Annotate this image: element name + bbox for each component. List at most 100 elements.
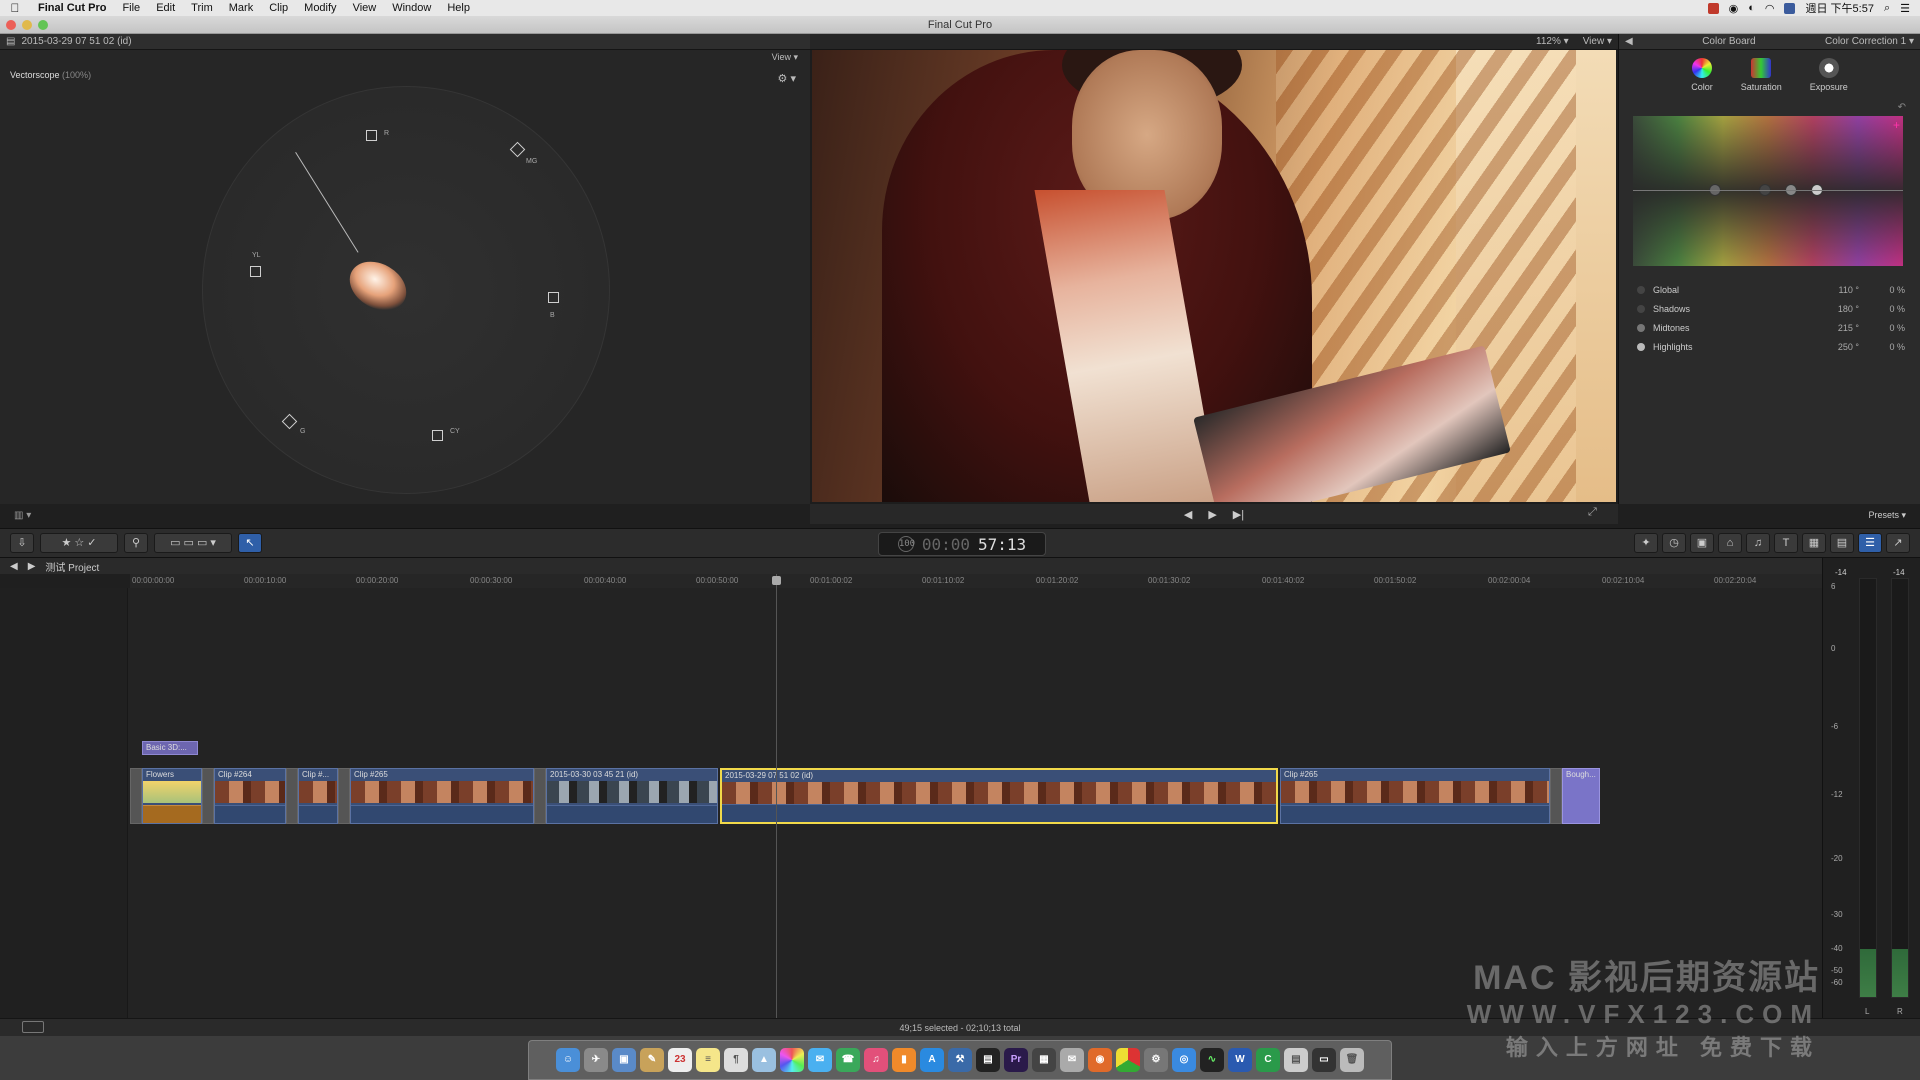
import-icon[interactable]: ⇩ <box>10 533 34 553</box>
share-icon[interactable]: ↗ <box>1886 533 1910 553</box>
timeline-index-icon[interactable] <box>22 1021 44 1033</box>
viewer-frame[interactable] <box>812 50 1616 502</box>
browser-icon[interactable]: ▣ <box>1690 533 1714 553</box>
row-global-pct[interactable]: 0 % <box>1859 285 1905 295</box>
finder-icon[interactable]: ☺ <box>556 1048 580 1072</box>
history-forward-icon[interactable]: ▶ <box>28 561 36 572</box>
terminal-icon[interactable]: ▭ <box>1312 1048 1336 1072</box>
menu-view[interactable]: View <box>345 2 385 14</box>
row-shadows-pct[interactable]: 0 % <box>1859 304 1905 314</box>
title-clip[interactable]: Basic 3D:... <box>142 741 198 755</box>
downloads-icon[interactable]: ▤ <box>1284 1048 1308 1072</box>
clip-short[interactable]: Clip #... <box>298 768 338 824</box>
menu-app[interactable]: Final Cut Pro <box>30 2 114 14</box>
recording-icon[interactable] <box>1707 2 1719 14</box>
motion-icon[interactable]: ▦ <box>1032 1048 1056 1072</box>
menubar-clock[interactable]: 週日 下午5:57 <box>1805 0 1873 16</box>
generators-icon[interactable]: ▦ <box>1802 533 1826 553</box>
row-highlights[interactable]: Highlights 250 ° 0 % <box>1637 337 1905 356</box>
mail-icon[interactable]: ✉ <box>1060 1048 1084 1072</box>
timeline-ruler[interactable]: 00:00:00:00 00:00:10:00 00:00:20:00 00:0… <box>130 574 1822 588</box>
photos-flower-icon[interactable] <box>780 1048 804 1072</box>
gap-clip[interactable] <box>338 768 350 824</box>
row-shadows[interactable]: Shadows 180 ° 0 % <box>1637 299 1905 318</box>
add-icon[interactable]: + <box>1893 118 1900 132</box>
row-shadows-deg[interactable]: 180 ° <box>1799 304 1859 314</box>
history-back-icon[interactable]: ◀ <box>10 561 18 572</box>
search-icon[interactable]: ⚲ <box>124 533 148 553</box>
close-icon[interactable] <box>6 20 16 30</box>
row-midtones-deg[interactable]: 215 ° <box>1799 323 1859 333</box>
final-cut-pro-icon[interactable]: ▤ <box>976 1048 1000 1072</box>
tab-exposure[interactable]: Exposure <box>1810 58 1848 92</box>
global-puck[interactable] <box>1709 184 1721 196</box>
menu-window[interactable]: Window <box>384 2 439 14</box>
music-icon[interactable]: ♫ <box>1746 533 1770 553</box>
chrome-icon[interactable] <box>1116 1048 1140 1072</box>
row-midtones[interactable]: Midtones 215 ° 0 % <box>1637 318 1905 337</box>
activity-monitor-icon[interactable]: ∿ <box>1200 1048 1224 1072</box>
tab-color[interactable]: Color <box>1691 58 1713 92</box>
play-icon[interactable]: ▶ <box>1208 508 1216 521</box>
gap-clip[interactable] <box>1550 768 1562 824</box>
system-preferences-icon[interactable]: ⚙ <box>1144 1048 1168 1072</box>
edit-mode-buttons[interactable]: ▭ ▭ ▭ ▾ <box>154 533 232 553</box>
fullscreen-icon[interactable]: ⤢ <box>1588 506 1597 519</box>
shadows-puck[interactable] <box>1759 184 1771 196</box>
gap-clip[interactable] <box>286 768 298 824</box>
clip-265[interactable]: Clip #265 <box>350 768 534 824</box>
viewer-view-menu[interactable]: View ▾ <box>1583 36 1612 47</box>
clip-2015-03-29-selected[interactable]: 2015-03-29 07 51 02 (id) <box>720 768 1278 824</box>
menu-trim[interactable]: Trim <box>183 2 221 14</box>
photos-app-icon[interactable]: ▲ <box>752 1048 776 1072</box>
zoom-icon[interactable] <box>38 20 48 30</box>
facetime-icon[interactable]: ☎ <box>836 1048 860 1072</box>
keyword-buttons[interactable]: ★ ☆ ✓ <box>40 533 118 553</box>
clip-bough[interactable]: Bough... <box>1562 768 1600 824</box>
clip-2015-03-30[interactable]: 2015-03-30 03 45 21 (id) <box>546 768 718 824</box>
firefox-icon[interactable]: ◉ <box>1088 1048 1112 1072</box>
tab-saturation[interactable]: Saturation <box>1741 58 1782 92</box>
menu-help[interactable]: Help <box>439 2 478 14</box>
scope-layout-menu[interactable]: ▥ ▾ <box>14 510 44 524</box>
app-store-icon[interactable]: A <box>920 1048 944 1072</box>
scope-settings-gear-icon[interactable]: ⚙ ▾ <box>778 72 796 85</box>
back-icon[interactable]: ◀ <box>1625 36 1633 47</box>
textedit-icon[interactable]: ¶ <box>724 1048 748 1072</box>
row-global[interactable]: Global 110 ° 0 % <box>1637 280 1905 299</box>
notes-icon[interactable]: ✎ <box>640 1048 664 1072</box>
timecode-display[interactable]: 100 00:00 57:13 <box>878 532 1046 556</box>
calendar-icon[interactable]: 23 <box>668 1048 692 1072</box>
select-tool-icon[interactable]: ↖ <box>238 533 262 553</box>
retime-icon[interactable]: ◷ <box>1662 533 1686 553</box>
row-highlights-pct[interactable]: 0 % <box>1859 342 1905 352</box>
safari-icon[interactable]: ◎ <box>1172 1048 1196 1072</box>
messages-icon[interactable]: ✉ <box>808 1048 832 1072</box>
color-board[interactable]: + <box>1633 116 1903 266</box>
stickies-icon[interactable]: ≡ <box>696 1048 720 1072</box>
themes-icon[interactable]: ▤ <box>1830 533 1854 553</box>
premiere-icon[interactable]: Pr <box>1004 1048 1028 1072</box>
inspector-toggle-icon[interactable]: ☰ <box>1858 533 1882 553</box>
launchpad-icon[interactable]: ✈ <box>584 1048 608 1072</box>
notification-center-icon[interactable]: ☰ <box>1900 2 1910 15</box>
photos-icon[interactable]: ⌂ <box>1718 533 1742 553</box>
playhead[interactable] <box>772 574 781 1018</box>
enhance-icon[interactable]: ✦ <box>1634 533 1658 553</box>
apple-icon[interactable]:  <box>0 1 30 15</box>
gap-clip[interactable] <box>202 768 214 824</box>
viewer-zoom[interactable]: 112% ▾ <box>1536 36 1569 47</box>
minimize-icon[interactable] <box>22 20 32 30</box>
eye-icon[interactable]: ◉ <box>1729 2 1739 15</box>
wifi-icon[interactable]: ◠ <box>1765 2 1775 15</box>
sync-icon[interactable]: ◐ <box>1748 2 1755 14</box>
scopes-view-menu[interactable]: View ▾ <box>772 52 798 63</box>
menu-modify[interactable]: Modify <box>296 2 344 14</box>
highlights-puck[interactable] <box>1811 184 1823 196</box>
menu-mark[interactable]: Mark <box>221 2 261 14</box>
next-frame-icon[interactable]: ▶| <box>1233 508 1244 521</box>
menu-file[interactable]: File <box>114 2 148 14</box>
row-highlights-deg[interactable]: 250 ° <box>1799 342 1859 352</box>
trash-icon[interactable]: 🗑 <box>1340 1048 1364 1072</box>
midtones-puck[interactable] <box>1785 184 1797 196</box>
